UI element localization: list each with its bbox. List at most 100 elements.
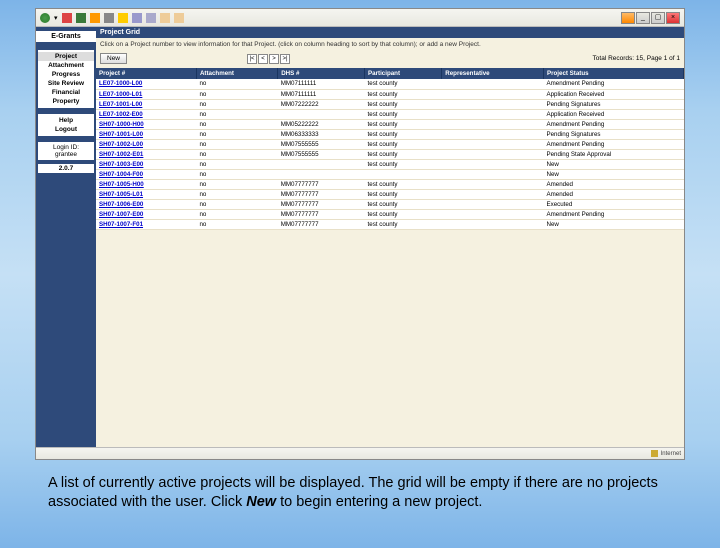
col-header[interactable]: Representative bbox=[442, 68, 544, 79]
close-button[interactable]: × bbox=[666, 12, 680, 24]
status-zone: Internet bbox=[661, 451, 681, 457]
pager: |< < > >| bbox=[247, 54, 290, 64]
cell: MM07777777 bbox=[278, 219, 365, 229]
pager-prev[interactable]: < bbox=[258, 54, 268, 64]
dropdown-icon[interactable]: ▾ bbox=[54, 14, 58, 22]
nav-site-review[interactable]: Site Review bbox=[38, 79, 94, 88]
table-row: SH07-1000-H00noMM05222222test countyAmen… bbox=[96, 119, 684, 129]
cell: New bbox=[543, 169, 683, 179]
cell: MM07777777 bbox=[278, 179, 365, 189]
minimize-button[interactable]: _ bbox=[636, 12, 650, 24]
project-link[interactable]: SH07-1005-L01 bbox=[96, 189, 196, 199]
cell: MM07111111 bbox=[278, 79, 365, 89]
project-link[interactable]: SH07-1007-E00 bbox=[96, 209, 196, 219]
table-row: SH07-1002-L00noMM07555555test countyAmen… bbox=[96, 139, 684, 149]
cell: test county bbox=[365, 189, 442, 199]
nav-financial[interactable]: Financial bbox=[38, 88, 94, 97]
favorites-icon[interactable] bbox=[118, 13, 128, 23]
cell: test county bbox=[365, 159, 442, 169]
edit-icon[interactable] bbox=[174, 13, 184, 23]
table-row: SH07-1006-E00noMM07777777test countyExec… bbox=[96, 199, 684, 209]
cell: New bbox=[543, 159, 683, 169]
project-link[interactable]: LE07-1002-E00 bbox=[96, 109, 196, 119]
cell bbox=[278, 159, 365, 169]
col-header[interactable]: Attachment bbox=[196, 68, 277, 79]
project-link[interactable]: SH07-1004-F00 bbox=[96, 169, 196, 179]
cell: no bbox=[196, 159, 277, 169]
cell: test county bbox=[365, 199, 442, 209]
cell bbox=[442, 149, 544, 159]
project-link[interactable]: SH07-1000-H00 bbox=[96, 119, 196, 129]
pager-first[interactable]: |< bbox=[247, 54, 257, 64]
table-row: SH07-1005-H00noMM07777777test countyAmen… bbox=[96, 179, 684, 189]
cell bbox=[442, 109, 544, 119]
table-row: SH07-1007-F01noMM07777777test countyNew bbox=[96, 219, 684, 229]
cell: Amended bbox=[543, 189, 683, 199]
cell bbox=[442, 169, 544, 179]
cell: no bbox=[196, 219, 277, 229]
maximize-button[interactable]: ▢ bbox=[651, 12, 665, 24]
slide-caption: A list of currently active projects will… bbox=[0, 460, 720, 512]
grid-instruction: Click on a Project number to view inform… bbox=[96, 38, 684, 51]
pager-last[interactable]: >| bbox=[280, 54, 290, 64]
project-link[interactable]: SH07-1007-F01 bbox=[96, 219, 196, 229]
cell: Amendment Pending bbox=[543, 79, 683, 89]
cell: Amendment Pending bbox=[543, 139, 683, 149]
cell bbox=[278, 109, 365, 119]
project-link[interactable]: SH07-1005-H00 bbox=[96, 179, 196, 189]
cell bbox=[442, 189, 544, 199]
cell: MM05222222 bbox=[278, 119, 365, 129]
cell: Amended bbox=[543, 179, 683, 189]
cell: test county bbox=[365, 99, 442, 109]
nav-help[interactable]: Help bbox=[38, 116, 94, 125]
col-header[interactable]: DHS # bbox=[278, 68, 365, 79]
project-link[interactable]: SH07-1003-E00 bbox=[96, 159, 196, 169]
cell: no bbox=[196, 179, 277, 189]
nav-property[interactable]: Property bbox=[38, 97, 94, 106]
cell: test county bbox=[365, 129, 442, 139]
cell bbox=[442, 219, 544, 229]
back-icon[interactable] bbox=[40, 13, 50, 23]
cell bbox=[442, 119, 544, 129]
col-header[interactable]: Project Status bbox=[543, 68, 683, 79]
col-header[interactable]: Participant bbox=[365, 68, 442, 79]
cell: test county bbox=[365, 119, 442, 129]
cell: no bbox=[196, 139, 277, 149]
cell: test county bbox=[365, 139, 442, 149]
cell bbox=[442, 199, 544, 209]
refresh-icon[interactable] bbox=[76, 13, 86, 23]
mail-icon[interactable] bbox=[146, 13, 156, 23]
cell: no bbox=[196, 99, 277, 109]
nav-project[interactable]: Project bbox=[38, 52, 94, 61]
search-icon[interactable] bbox=[104, 13, 114, 23]
cell: no bbox=[196, 109, 277, 119]
cell: test county bbox=[365, 219, 442, 229]
new-button[interactable]: New bbox=[100, 53, 127, 64]
pager-next[interactable]: > bbox=[269, 54, 279, 64]
nav-progress[interactable]: Progress bbox=[38, 70, 94, 79]
cell bbox=[442, 89, 544, 99]
caption-text-2: to begin entering a new project. bbox=[276, 494, 482, 510]
cell: MM07222222 bbox=[278, 99, 365, 109]
project-link[interactable]: SH07-1006-E00 bbox=[96, 199, 196, 209]
browser-toolbar: ▾ bbox=[36, 9, 684, 27]
col-header[interactable]: Project # bbox=[96, 68, 196, 79]
cell: no bbox=[196, 79, 277, 89]
history-icon[interactable] bbox=[132, 13, 142, 23]
nav-attachment[interactable]: Attachment bbox=[38, 61, 94, 70]
print-icon[interactable] bbox=[160, 13, 170, 23]
project-link[interactable]: SH07-1002-E01 bbox=[96, 149, 196, 159]
login-info: Login ID: grantee bbox=[38, 142, 94, 160]
project-link[interactable]: SH07-1002-L00 bbox=[96, 139, 196, 149]
table-row: SH07-1002-E01noMM07555555test countyPend… bbox=[96, 149, 684, 159]
stop-icon[interactable] bbox=[62, 13, 72, 23]
nav-logout[interactable]: Logout bbox=[38, 125, 94, 134]
project-link[interactable]: LE07-1000-L01 bbox=[96, 89, 196, 99]
home-icon[interactable] bbox=[90, 13, 100, 23]
app-brand: E-Grants bbox=[36, 31, 96, 42]
project-link[interactable]: SH07-1001-L00 bbox=[96, 129, 196, 139]
nav-group-util: Help Logout bbox=[38, 114, 94, 136]
project-link[interactable]: LE07-1000-L00 bbox=[96, 79, 196, 89]
table-row: LE07-1000-L01noMM07111111test countyAppl… bbox=[96, 89, 684, 99]
project-link[interactable]: LE07-1001-L00 bbox=[96, 99, 196, 109]
